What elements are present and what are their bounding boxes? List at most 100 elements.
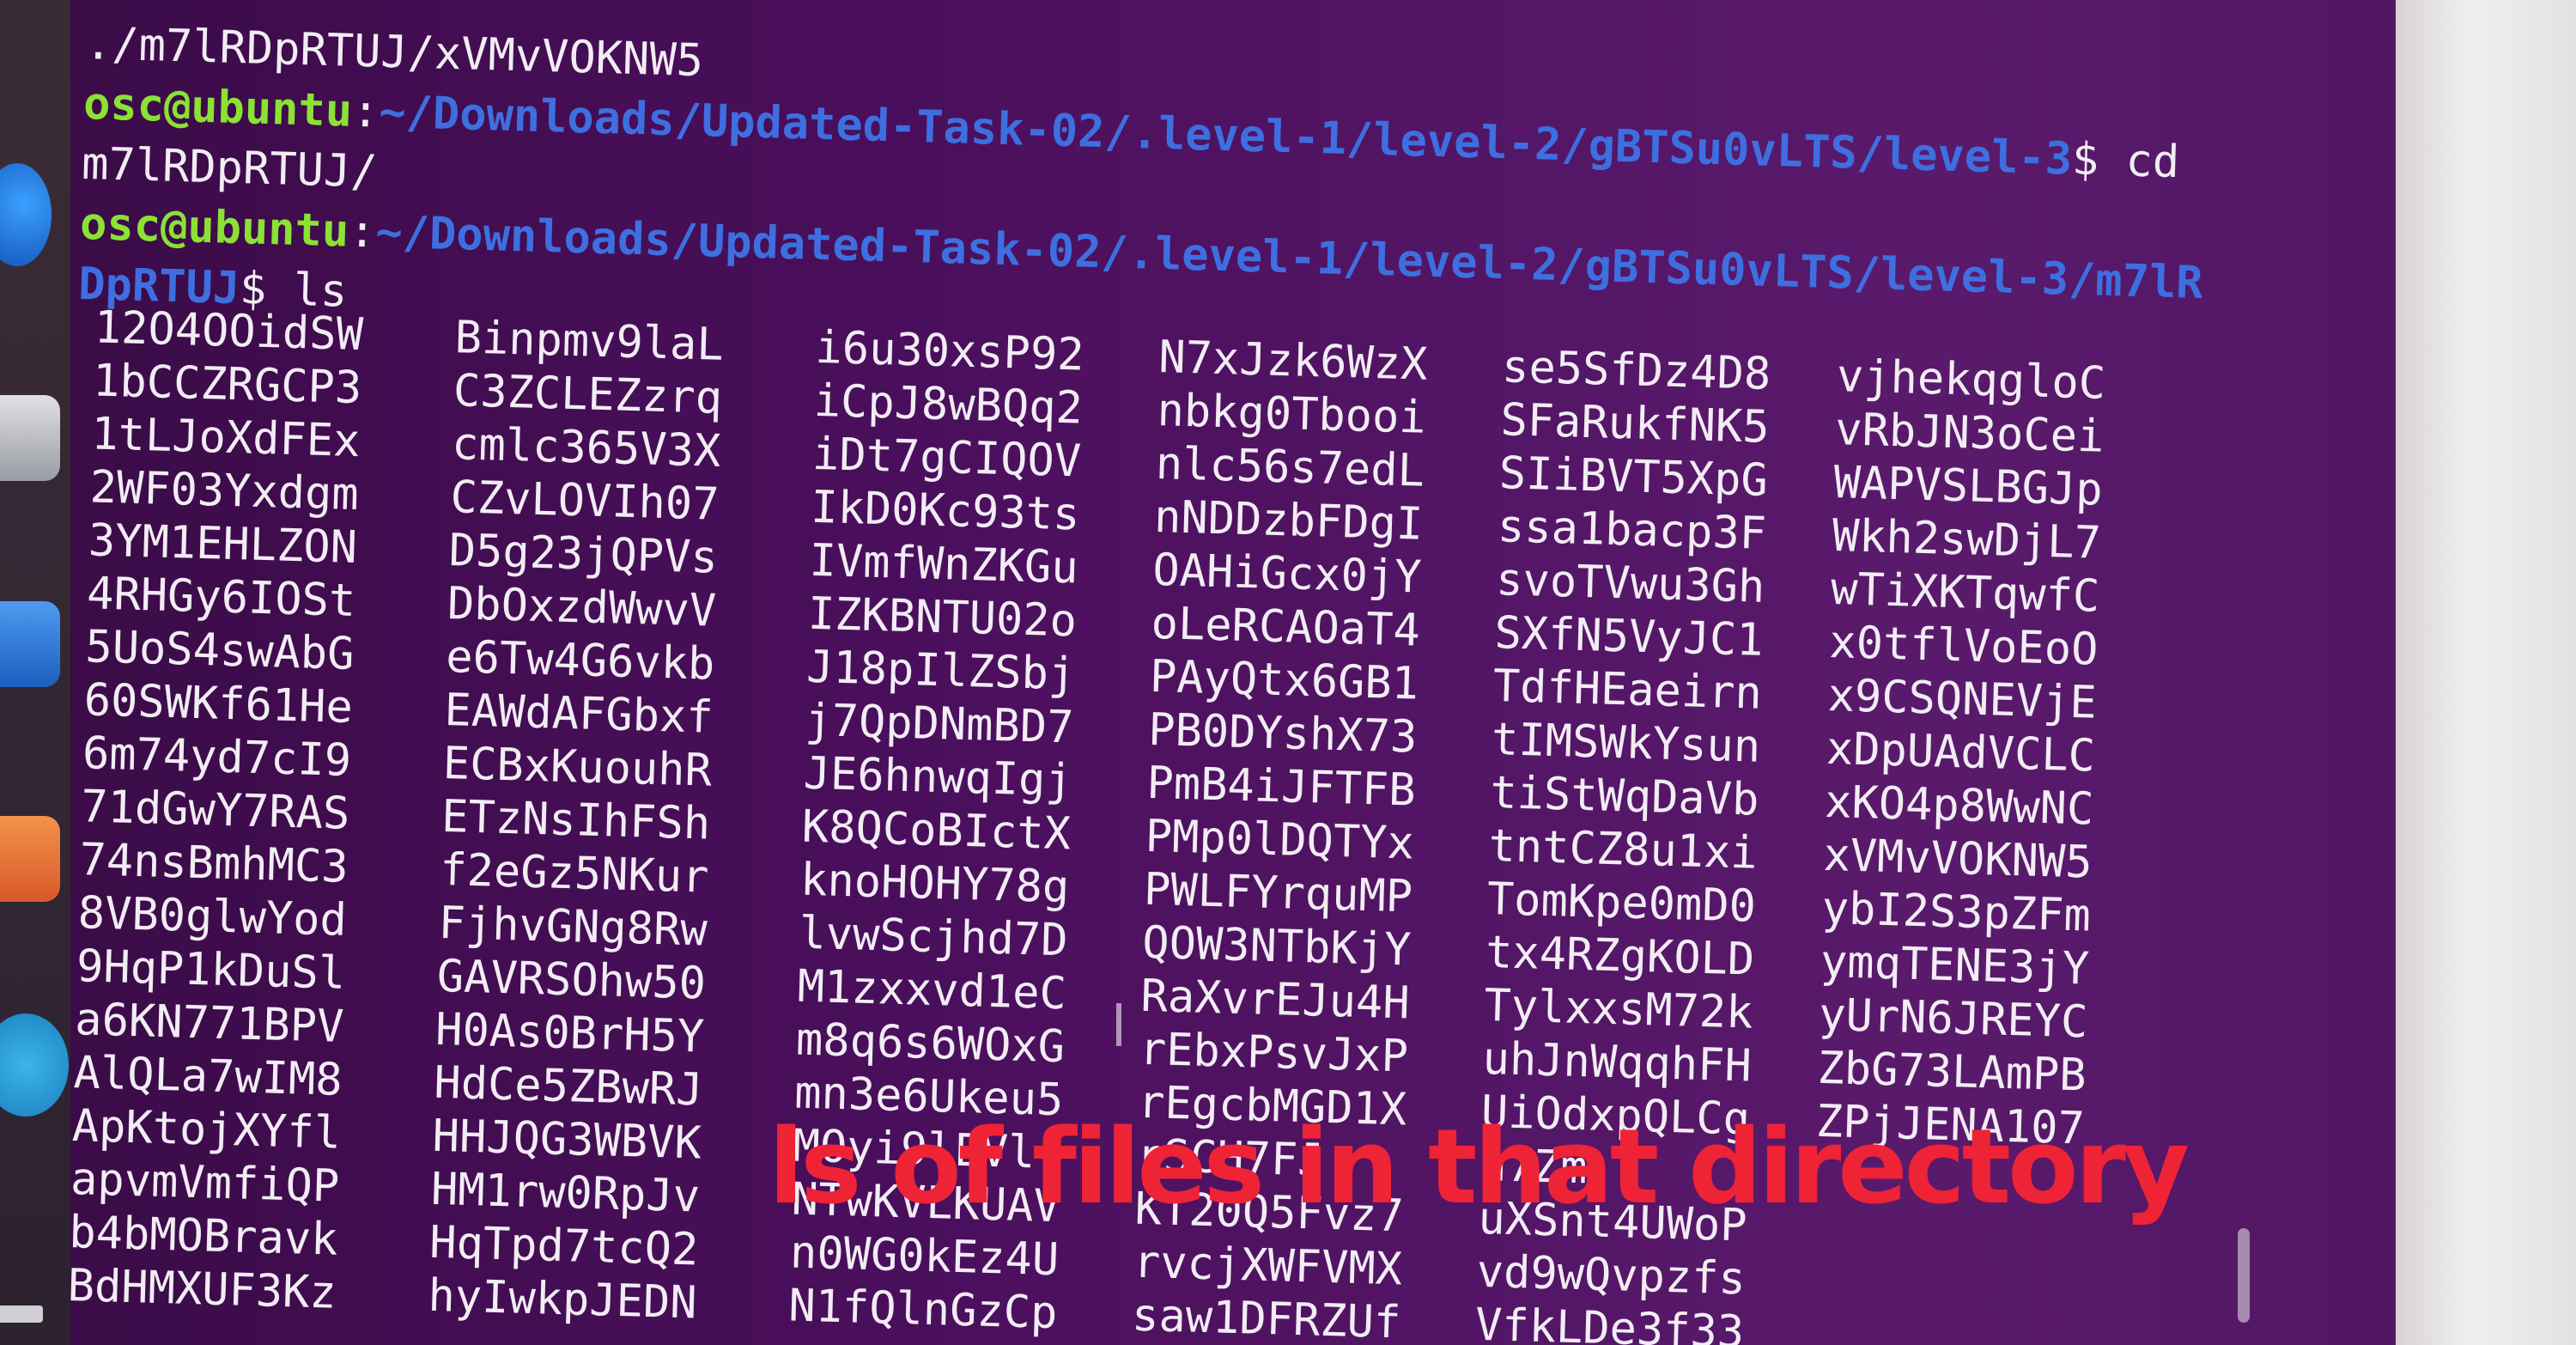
ls-entry: K8QCoBIctX bbox=[801, 800, 1072, 861]
ls-entry: 9HqP1kDuSl bbox=[76, 940, 346, 1000]
ls-entry: TdfHEaeirn bbox=[1492, 660, 1763, 720]
ls-entry: HdCe5ZBwRJ bbox=[433, 1056, 704, 1117]
terminal-prompt-lines: ./m7lRDpRTUJ/xVMvVOKNW5 osc@ubuntu:~/Down… bbox=[77, 18, 2384, 318]
ls-entry: xKO4p8WwNC bbox=[1824, 776, 2095, 836]
ls-entry: ZbG73LAmPB bbox=[1816, 1042, 2087, 1102]
ls-entry: SIiBVT5XpG bbox=[1498, 447, 1769, 507]
ls-entry: 3YM1EHLZON bbox=[88, 514, 358, 575]
ls-entry: N1fQlnGzCp bbox=[787, 1280, 1059, 1340]
ls-entry: AlQLa7wIM8 bbox=[72, 1047, 343, 1106]
ls-entry: e6Tw4G6vkb bbox=[445, 631, 716, 691]
software-center-icon[interactable] bbox=[0, 816, 60, 902]
ls-entry: Binpmv9laL bbox=[453, 312, 725, 371]
ls-column: 12O4OOidSW 1bCCZRGCP3 1tLJoXdFEx 2WF03Yxdgm… bbox=[67, 301, 364, 1319]
ls-entry: nbkg0Tbooi bbox=[1156, 385, 1427, 444]
ls-entry: nlc56s7edL bbox=[1155, 438, 1425, 497]
caption-overlay: ls of files in that directory bbox=[769, 1108, 2190, 1227]
ls-entry: M1zxxvd1eC bbox=[796, 960, 1067, 1020]
ls-entry: PB0DYshX73 bbox=[1147, 703, 1419, 764]
ls-entry: 1bCCZRGCP3 bbox=[92, 355, 362, 415]
ls-entry: rEbxPsvJxP bbox=[1139, 1023, 1409, 1083]
ls-entry: xDpUAdVCLC bbox=[1826, 722, 2096, 782]
ls-entry: CZvLOVIh07 bbox=[449, 472, 720, 531]
ls-entry bbox=[1809, 1308, 2080, 1345]
ls-entry: j7QpDNmBD7 bbox=[804, 694, 1075, 754]
ls-entry: FjhvGNg8Rw bbox=[437, 897, 708, 957]
ls-entry: saw1DFRZUf bbox=[1131, 1289, 1402, 1345]
ls-entry: VfkLDe3f33 bbox=[1474, 1299, 1745, 1345]
text-cursor bbox=[1116, 1003, 1121, 1046]
ls-entry: ssa1bacp3F bbox=[1497, 501, 1767, 560]
ls-entry bbox=[1811, 1255, 2081, 1316]
ls-entry: n0WG0kEz4U bbox=[789, 1226, 1060, 1287]
ls-entry: BdHMXUF3Kz bbox=[66, 1259, 337, 1319]
ls-entry: 2WF03Yxdgm bbox=[88, 461, 360, 521]
ls-entry: IVmfWnZKGu bbox=[808, 534, 1079, 594]
ls-entry: iCpJ8wBQq2 bbox=[813, 374, 1084, 435]
ls-entry: 74nsBmhMC3 bbox=[78, 834, 349, 893]
ls-entry: wTiXKTqwfC bbox=[1830, 563, 2100, 623]
terminal-output-line: ./m7lRDpRTUJ/xVMvVOKNW5 bbox=[84, 17, 704, 88]
output-text: ./m7lRDpRTUJ/xVMvVOKNW5 bbox=[84, 17, 704, 88]
ls-entry: tx4RZgKOLD bbox=[1485, 926, 1756, 986]
ls-entry: lvwScjhd7D bbox=[798, 907, 1069, 967]
ls-column: Binpmv9laL C3ZCLEZzrq cmlc365V3X CZvLOVIh07… bbox=[428, 311, 725, 1330]
ls-entry: vd9wQvpzfs bbox=[1476, 1245, 1747, 1305]
ls-entry: J18pIlZSbj bbox=[805, 641, 1076, 701]
terminal-output-line: m7lRDpRTUJ/ bbox=[81, 137, 378, 199]
ls-entry: nNDDzbFDgI bbox=[1153, 490, 1425, 551]
prompt-separator: : bbox=[348, 205, 377, 259]
prompt-separator: : bbox=[351, 85, 380, 138]
ls-entry: PmB4iJFTFB bbox=[1145, 757, 1417, 817]
files-icon[interactable] bbox=[0, 395, 60, 481]
ls-entry: ymqTENE3jY bbox=[1820, 935, 2090, 995]
ls-entry: Wkh2swDjL7 bbox=[1832, 510, 2102, 569]
ls-entry: 1tLJoXdFEx bbox=[90, 408, 361, 468]
writer-icon[interactable] bbox=[0, 601, 60, 687]
ls-entry: m8q6s6WOxG bbox=[795, 1013, 1066, 1074]
ls-entry: ybI2S3pZFm bbox=[1820, 882, 2092, 942]
ls-entry: apvmVmfiQP bbox=[70, 1153, 341, 1213]
ls-entry: OAHiGcx0jY bbox=[1151, 544, 1423, 604]
browser-icon[interactable] bbox=[0, 163, 52, 266]
ls-entry: RaXvrEJu4H bbox=[1139, 970, 1411, 1030]
ls-entry: EAWdAFGbxf bbox=[443, 684, 714, 744]
ls-entry: cmlc365V3X bbox=[451, 418, 722, 478]
ls-entry: 60SWKf61He bbox=[82, 674, 354, 733]
ls-entry: f2eGz5NKur bbox=[439, 843, 710, 904]
ls-entry: ETzNsIhFSh bbox=[440, 790, 711, 850]
ls-entry: x0tflVoEoO bbox=[1828, 616, 2099, 676]
ls-entry: WAPVSLBGJp bbox=[1832, 457, 2104, 516]
terminal-screen: ./m7lRDpRTUJ/xVMvVOKNW5 osc@ubuntu:~/Down… bbox=[0, 0, 2576, 1345]
show-apps-icon[interactable] bbox=[0, 1305, 43, 1323]
ls-entry: tIMSWkYsun bbox=[1491, 714, 1761, 773]
ls-entry: PWLFYrquMP bbox=[1143, 863, 1413, 923]
ls-entry: b4bMOBravk bbox=[68, 1207, 339, 1266]
ls-entry: svoTVwu3Gh bbox=[1495, 554, 1766, 613]
ls-entry: vjhekqgloC bbox=[1836, 350, 2106, 410]
ls-entry: tntCZ8u1xi bbox=[1487, 820, 1759, 879]
ls-entry: C3ZCLEZzrq bbox=[453, 365, 723, 424]
ls-entry: D5g23jQPVs bbox=[447, 525, 719, 584]
prompt-user: osc@ubuntu bbox=[79, 198, 350, 258]
ls-entry: yUrN6JREYC bbox=[1818, 989, 2089, 1049]
terminal-scrollbar[interactable] bbox=[2238, 1228, 2250, 1323]
ls-entry: 12O4OOidSW bbox=[94, 301, 364, 362]
ls-entry: 71dGwY7RAS bbox=[80, 781, 351, 840]
ls-entry: HHJQG3WBVK bbox=[431, 1110, 702, 1170]
ls-entry: SFaRukfNK5 bbox=[1499, 394, 1771, 453]
terminal-prompt-line: osc@ubuntu:~/Downloads/Updated-Task-02/.… bbox=[82, 77, 2180, 189]
prompt-path: ~/Downloads/Updated-Task-02/.level-1/lev… bbox=[378, 86, 2073, 186]
ls-entry: HqTpd7tcQ2 bbox=[428, 1216, 700, 1276]
ls-entry: TylxxsM72k bbox=[1483, 979, 1754, 1039]
ls-entry: se5SfDz4D8 bbox=[1501, 341, 1772, 400]
ls-entry: oLeRCAOaT4 bbox=[1150, 597, 1421, 657]
ls-entry: tiStWqDaVb bbox=[1489, 767, 1760, 826]
ls-entry: knoHOHY78g bbox=[799, 854, 1071, 914]
ls-entry: H0As0BrH5Y bbox=[434, 1003, 706, 1063]
ls-entry: DbOxzdWwvV bbox=[447, 578, 717, 637]
ls-entry: IkD0Kc93ts bbox=[810, 481, 1081, 541]
ls-entry: JE6hnwqIgj bbox=[802, 747, 1073, 807]
ls-entry: 5UoS4swAbG bbox=[84, 621, 355, 681]
ls-entry: 8VB0glwYod bbox=[77, 887, 348, 946]
